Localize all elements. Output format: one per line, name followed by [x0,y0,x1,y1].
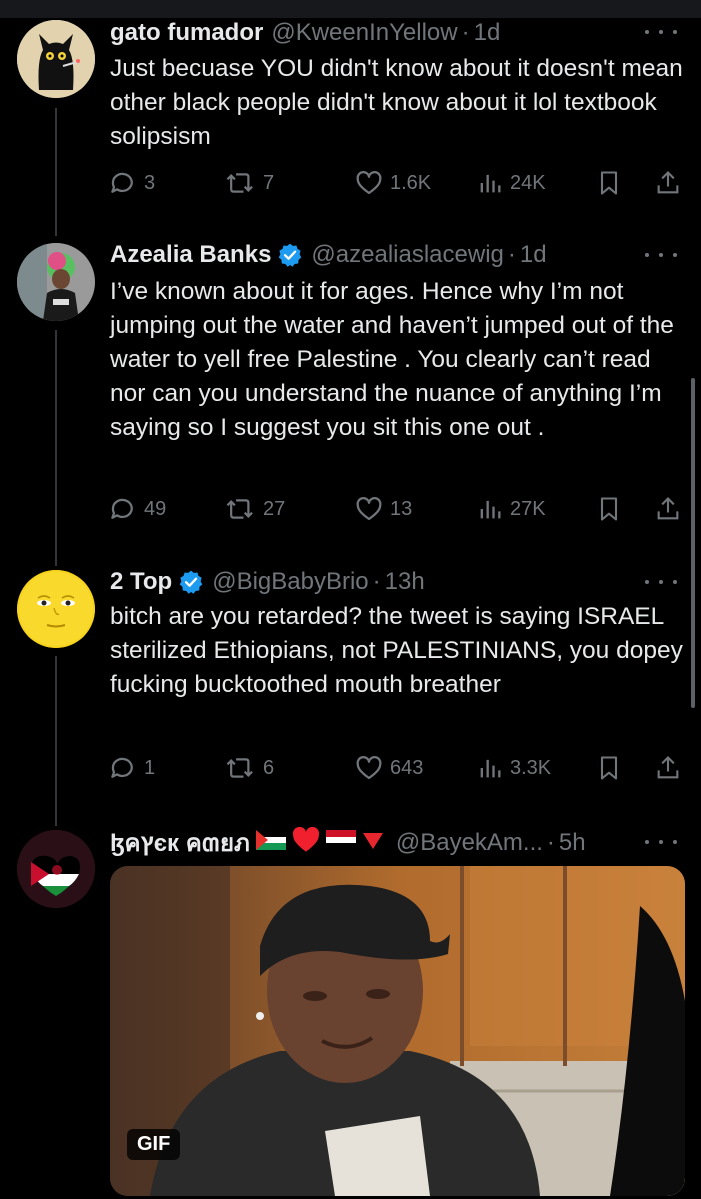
views-count: 24K [510,171,546,194]
tweet-header: 2 Top @BigBabyBrio · 13h [110,566,641,598]
more-options-icon[interactable] [645,572,677,592]
tweet-text: I’ve known about it for ages. Hence why … [110,278,674,441]
separator-dot: · [546,829,555,856]
views-count: 27K [510,497,546,520]
avatar[interactable] [17,830,95,908]
reply-count: 3 [144,171,156,194]
retweet-count: 6 [263,756,275,779]
bookmark-button[interactable] [595,748,623,788]
verified-badge-icon [277,242,303,268]
user-handle[interactable]: @KweenInYellow [271,19,457,47]
bookmark-icon [600,171,618,195]
retweet-count: 27 [263,497,286,520]
like-button[interactable]: 643 [354,748,423,788]
share-icon [657,756,679,779]
black-cat-avatar-icon [17,20,95,98]
tweet-header: gato fumador @KweenInYellow · 1d [110,17,641,49]
views-chart-icon [480,500,501,519]
display-name[interactable]: gato fumador [110,19,263,47]
views-button[interactable]: 27K [476,489,546,529]
retweet-icon [226,499,253,519]
bookmark-icon [600,497,618,521]
heart-icon [356,171,382,195]
retweet-icon [226,758,253,778]
retweet-button[interactable]: 27 [225,489,285,529]
avatar[interactable] [17,243,95,321]
tweet-header: Azealia Banks @azealiaslacewig · 1d [110,239,641,271]
action-bar: 3 7 1.6K 24K [108,163,686,203]
action-bar: 1 6 643 3.3K [108,748,686,788]
views-button[interactable]: 24K [476,163,546,203]
timestamp[interactable]: 1d [474,19,501,47]
separator-dot: · [372,568,381,595]
red-triangle-icon [362,829,384,857]
avatar[interactable] [17,20,95,98]
more-options-icon[interactable] [645,22,677,42]
like-button[interactable]: 1.6K [354,163,431,203]
display-name[interactable]: ɮคץєк คຓยภ [110,823,250,863]
retweet-icon [226,173,253,193]
profile-photo-icon [17,243,95,321]
tweet[interactable]: Azealia Banks @azealiaslacewig · 1d I’ve… [0,225,701,545]
moon-face-emoji-icon [17,570,95,648]
scrollbar[interactable] [691,378,695,708]
user-handle[interactable]: @azealiaslacewig [311,241,503,269]
user-handle[interactable]: @BayekAm... [396,829,543,857]
tweet-text: Just becuase YOU didn't know about it do… [110,55,683,150]
like-count: 1.6K [390,171,432,194]
retweet-count: 7 [263,171,275,194]
reply-button[interactable]: 3 [108,163,155,203]
bookmark-icon [600,756,618,780]
reply-button[interactable]: 1 [108,748,155,788]
views-chart-icon [480,174,501,193]
views-button[interactable]: 3.3K [476,748,551,788]
separator-dot: · [461,19,470,46]
timestamp[interactable]: 1d [520,241,547,269]
views-count: 3.3K [510,756,552,779]
yemen-flag-icon [325,829,356,857]
avatar[interactable] [17,570,95,648]
verified-badge-icon [178,569,204,595]
gif-badge: GIF [127,1129,181,1160]
like-count: 13 [390,497,413,520]
user-handle[interactable]: @BigBabyBrio [212,568,368,596]
share-button[interactable] [654,489,682,529]
more-options-icon[interactable] [645,832,677,852]
flag-heart-avatar-icon [17,830,95,908]
reply-icon [111,172,133,193]
bookmark-button[interactable] [595,163,623,203]
palestine-flag-icon [255,829,286,857]
share-icon [657,171,679,194]
timestamp[interactable]: 13h [385,568,425,596]
share-icon [657,497,679,520]
views-chart-icon [480,759,501,778]
tweet-header: ɮคץєк คຓยภ @BayekAm... · 5h [110,826,641,860]
bookmark-button[interactable] [595,489,623,529]
red-heart-icon [292,826,320,860]
separator-dot: · [507,241,516,268]
reply-count: 1 [144,756,156,779]
tweet[interactable]: 2 Top @BigBabyBrio · 13h bitch are you r… [0,552,701,812]
tweet-text: bitch are you retarded? the tweet is say… [110,603,683,698]
tweet[interactable]: gato fumador @KweenInYellow · 1d Just be… [0,0,701,225]
heart-icon [356,756,382,780]
reply-icon [111,498,133,519]
gif-frame [110,866,685,1196]
heart-icon [356,497,382,521]
retweet-button[interactable]: 7 [225,163,274,203]
like-button[interactable]: 13 [354,489,412,529]
reply-count: 49 [144,497,167,520]
more-options-icon[interactable] [645,245,677,265]
display-name[interactable]: Azealia Banks [110,241,271,269]
timestamp[interactable]: 5h [559,829,586,857]
share-button[interactable] [654,163,682,203]
retweet-button[interactable]: 6 [225,748,274,788]
share-button[interactable] [654,748,682,788]
action-bar: 49 27 13 27K [108,489,686,529]
display-name[interactable]: 2 Top [110,568,172,596]
reply-icon [111,757,133,778]
like-count: 643 [390,756,424,779]
reply-button[interactable]: 49 [108,489,166,529]
gif-media[interactable]: GIF [110,866,685,1196]
